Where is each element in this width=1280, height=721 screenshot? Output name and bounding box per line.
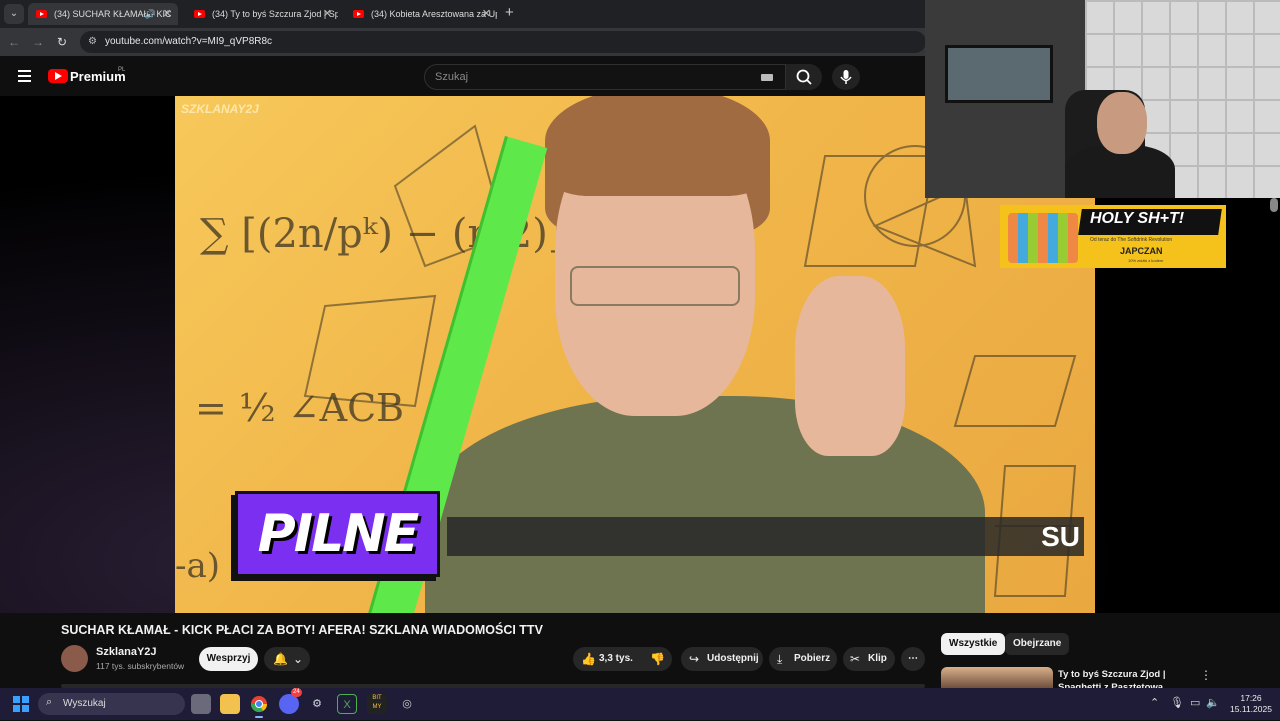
- forward-button[interactable]: →: [30, 34, 46, 50]
- search-icon: ⌕: [46, 696, 53, 708]
- chevron-down-icon: ⌄: [293, 652, 304, 666]
- app-icon[interactable]: BIT MY: [367, 694, 387, 714]
- pilne-text: PILNE: [257, 504, 420, 564]
- chip-watched[interactable]: Obejrzane: [1005, 633, 1070, 655]
- related-video-thumbnail[interactable]: [941, 667, 1053, 689]
- search-icon: [796, 69, 812, 85]
- sponsor-promo: 10% zniżki z kodem: [1128, 258, 1164, 263]
- download-label: Pobierz: [794, 653, 831, 664]
- clip-label: Klip: [868, 653, 887, 664]
- steam-icon[interactable]: ⚙: [307, 694, 327, 714]
- thumbs-down-icon: 👎: [650, 652, 665, 666]
- youtube-favicon-icon: [353, 10, 364, 18]
- clip-button[interactable]: ✂ Klip: [843, 647, 895, 671]
- youtube-logo-icon[interactable]: [48, 69, 68, 83]
- search-input[interactable]: [435, 69, 755, 85]
- youtube-favicon-icon: [194, 10, 205, 18]
- pointing-hand: [795, 276, 905, 456]
- video-title: SUCHAR KŁAMAŁ - KICK PŁACI ZA BOTY! AFER…: [61, 623, 543, 637]
- streamer-head: [1097, 92, 1147, 154]
- discord-badge: 24: [291, 688, 302, 697]
- tab-close-icon[interactable]: ✕: [323, 3, 332, 25]
- download-button[interactable]: ⤓ Pobierz: [769, 647, 837, 671]
- sponsor-subline: Od teraz do The Softdrink Revolution: [1090, 237, 1173, 243]
- notifications-button[interactable]: 🔔 ⌄: [264, 647, 310, 671]
- aquarium: [945, 45, 1053, 103]
- teacher-figure: [425, 396, 985, 613]
- site-info-icon[interactable]: ⚙: [88, 36, 97, 47]
- channel-watermark: SZKLANAY2J: [181, 102, 259, 116]
- glasses: [570, 266, 740, 306]
- thumbs-up-icon: 👍: [581, 652, 596, 666]
- keyboard-icon[interactable]: [761, 74, 773, 81]
- excel-icon[interactable]: X: [337, 694, 357, 714]
- tab-suchar[interactable]: (34) SUCHAR KŁAMAŁ - KIC 🔊 ✕: [28, 3, 178, 25]
- volume-icon[interactable]: 🔈: [1206, 696, 1220, 709]
- support-button[interactable]: Wesprzyj: [199, 647, 258, 671]
- streamer-webcam: [925, 0, 1280, 198]
- back-button[interactable]: ←: [6, 34, 22, 50]
- share-button[interactable]: ↪ Udostępnij: [681, 647, 763, 671]
- clock-date: 15.11.2025: [1230, 704, 1272, 714]
- menu-icon[interactable]: [18, 70, 31, 82]
- share-label: Udostępnij: [707, 653, 759, 664]
- tab-close-icon[interactable]: ✕: [482, 3, 491, 25]
- teacher-hair-top: [545, 96, 770, 196]
- sponsor-headline: HOLY SH+T!: [1090, 210, 1185, 227]
- tab-close-icon[interactable]: ✕: [163, 3, 172, 25]
- page-scrollbar[interactable]: [1270, 198, 1278, 212]
- speaker-icon[interactable]: 🔊: [145, 3, 156, 25]
- obs-icon[interactable]: ◎: [397, 694, 417, 714]
- task-view-icon[interactable]: [191, 694, 211, 714]
- tray-chevron-icon[interactable]: ⌃: [1150, 696, 1159, 709]
- tab-title: (34) Ty to byś Szczura Zjod | Sp: [212, 9, 338, 19]
- search-box: [424, 64, 786, 90]
- dislike-button[interactable]: 👎: [642, 647, 672, 671]
- channel-avatar[interactable]: [61, 645, 88, 672]
- subscriber-count: 117 tys. subskrybentów: [96, 661, 185, 671]
- scissors-icon: ✂: [850, 652, 861, 666]
- tab-search-button[interactable]: ⌄: [4, 4, 24, 24]
- file-explorer-icon[interactable]: [220, 694, 240, 714]
- clock-time: 17:26: [1240, 693, 1262, 703]
- windows-taskbar: ⌕ Wyszukaj 24 ⚙ X BIT MY ◎ ⌃ 🎙 ▭ 🔈 17:26 …: [0, 688, 1280, 720]
- channel-name[interactable]: SzklanaY2J: [96, 646, 157, 658]
- like-count: 3,3 tys.: [599, 653, 633, 664]
- pilne-banner: PILNE: [235, 491, 440, 577]
- address-bar[interactable]: ⚙ youtube.com/watch?v=MI9_qVP8R8c: [80, 31, 926, 53]
- bell-icon: 🔔: [273, 652, 288, 666]
- chrome-icon[interactable]: [249, 694, 269, 718]
- download-icon: ⤓: [777, 652, 783, 666]
- share-icon: ↪: [689, 652, 700, 666]
- sponsor-brand: JAPCZAN: [1120, 246, 1163, 256]
- region-code: PL: [118, 67, 126, 73]
- more-actions-button[interactable]: ⋯: [901, 647, 925, 671]
- display-icon[interactable]: ▭: [1190, 696, 1200, 709]
- taskbar-search[interactable]: ⌕ Wyszukaj: [38, 693, 185, 715]
- voice-search-button[interactable]: [832, 64, 860, 90]
- microphone-icon: [840, 70, 852, 84]
- more-icon: ⋯: [908, 653, 918, 664]
- news-ticker: SU: [447, 517, 1084, 556]
- product-packages: [1008, 213, 1078, 263]
- chip-all[interactable]: Wszystkie: [941, 633, 1006, 655]
- related-more-icon[interactable]: ⋮: [1200, 668, 1212, 682]
- search-button[interactable]: [786, 64, 822, 90]
- system-clock[interactable]: 17:26 15.11.2025: [1226, 693, 1276, 715]
- tab-szczura[interactable]: (34) Ty to byś Szczura Zjod | Sp ✕: [186, 3, 338, 25]
- reload-button[interactable]: ↻: [54, 34, 70, 50]
- url-text: youtube.com/watch?v=MI9_qVP8R8c: [105, 36, 273, 47]
- taskbar-search-placeholder: Wyszukaj: [63, 698, 106, 709]
- windows-start-icon[interactable]: [13, 696, 29, 712]
- new-tab-button[interactable]: +: [505, 4, 521, 22]
- tab-kobieta[interactable]: (34) Kobieta Aresztowana za Up ✕: [345, 3, 497, 25]
- discord-icon[interactable]: 24: [279, 688, 302, 714]
- sponsor-overlay: HOLY SH+T! Od teraz do The Softdrink Rev…: [1000, 205, 1226, 268]
- youtube-favicon-icon: [36, 10, 47, 18]
- ticker-text: SU: [1041, 521, 1080, 552]
- tab-title: (34) Kobieta Aresztowana za Up: [371, 9, 497, 19]
- microphone-tray-icon[interactable]: 🎙: [1170, 696, 1184, 709]
